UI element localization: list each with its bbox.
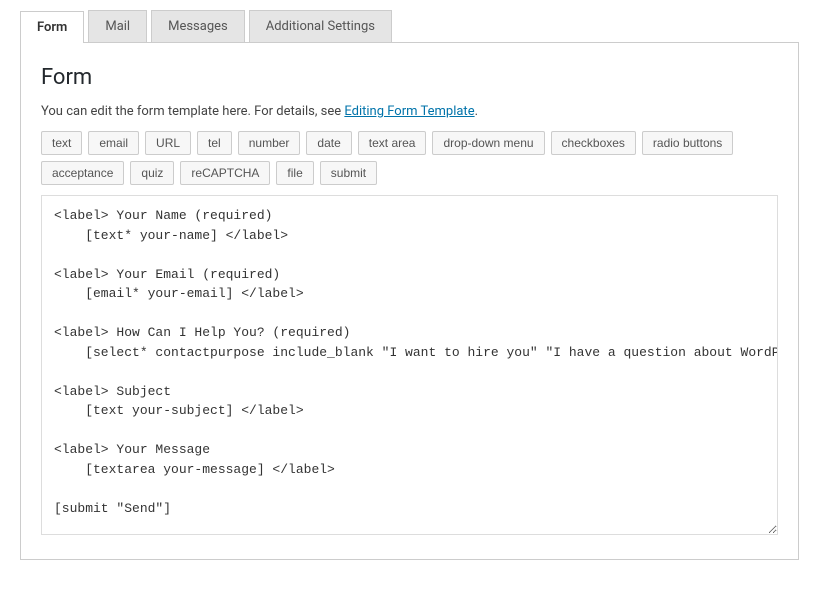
tag-checkboxes-button[interactable]: checkboxes — [551, 131, 636, 155]
tag-number-button[interactable]: number — [238, 131, 301, 155]
tag-button-row: text email URL tel number date text area… — [41, 131, 778, 185]
tag-recaptcha-button[interactable]: reCAPTCHA — [180, 161, 270, 185]
form-template-textarea[interactable] — [41, 195, 778, 535]
panel-desc-suffix: . — [475, 104, 478, 119]
tag-url-button[interactable]: URL — [145, 131, 191, 155]
tab-mail[interactable]: Mail — [88, 10, 147, 42]
panel-desc-prefix: You can edit the form template here. For… — [41, 104, 344, 119]
tag-tel-button[interactable]: tel — [197, 131, 232, 155]
tag-submit-button[interactable]: submit — [320, 161, 377, 185]
tag-textarea-button[interactable]: text area — [358, 131, 427, 155]
tag-dropdown-button[interactable]: drop-down menu — [432, 131, 544, 155]
tag-date-button[interactable]: date — [306, 131, 351, 155]
tag-file-button[interactable]: file — [276, 161, 313, 185]
panel-description: You can edit the form template here. For… — [41, 104, 778, 119]
panel-title: Form — [41, 65, 778, 90]
tab-additional-settings[interactable]: Additional Settings — [249, 10, 392, 42]
tab-messages[interactable]: Messages — [151, 10, 245, 42]
tag-text-button[interactable]: text — [41, 131, 82, 155]
tab-form[interactable]: Form — [20, 11, 84, 43]
tag-radio-button[interactable]: radio buttons — [642, 131, 733, 155]
tag-quiz-button[interactable]: quiz — [130, 161, 174, 185]
editing-template-link[interactable]: Editing Form Template — [344, 104, 474, 119]
tag-acceptance-button[interactable]: acceptance — [41, 161, 124, 185]
tag-email-button[interactable]: email — [88, 131, 139, 155]
form-panel: Form You can edit the form template here… — [20, 43, 799, 560]
tabs-row: Form Mail Messages Additional Settings — [20, 10, 799, 43]
